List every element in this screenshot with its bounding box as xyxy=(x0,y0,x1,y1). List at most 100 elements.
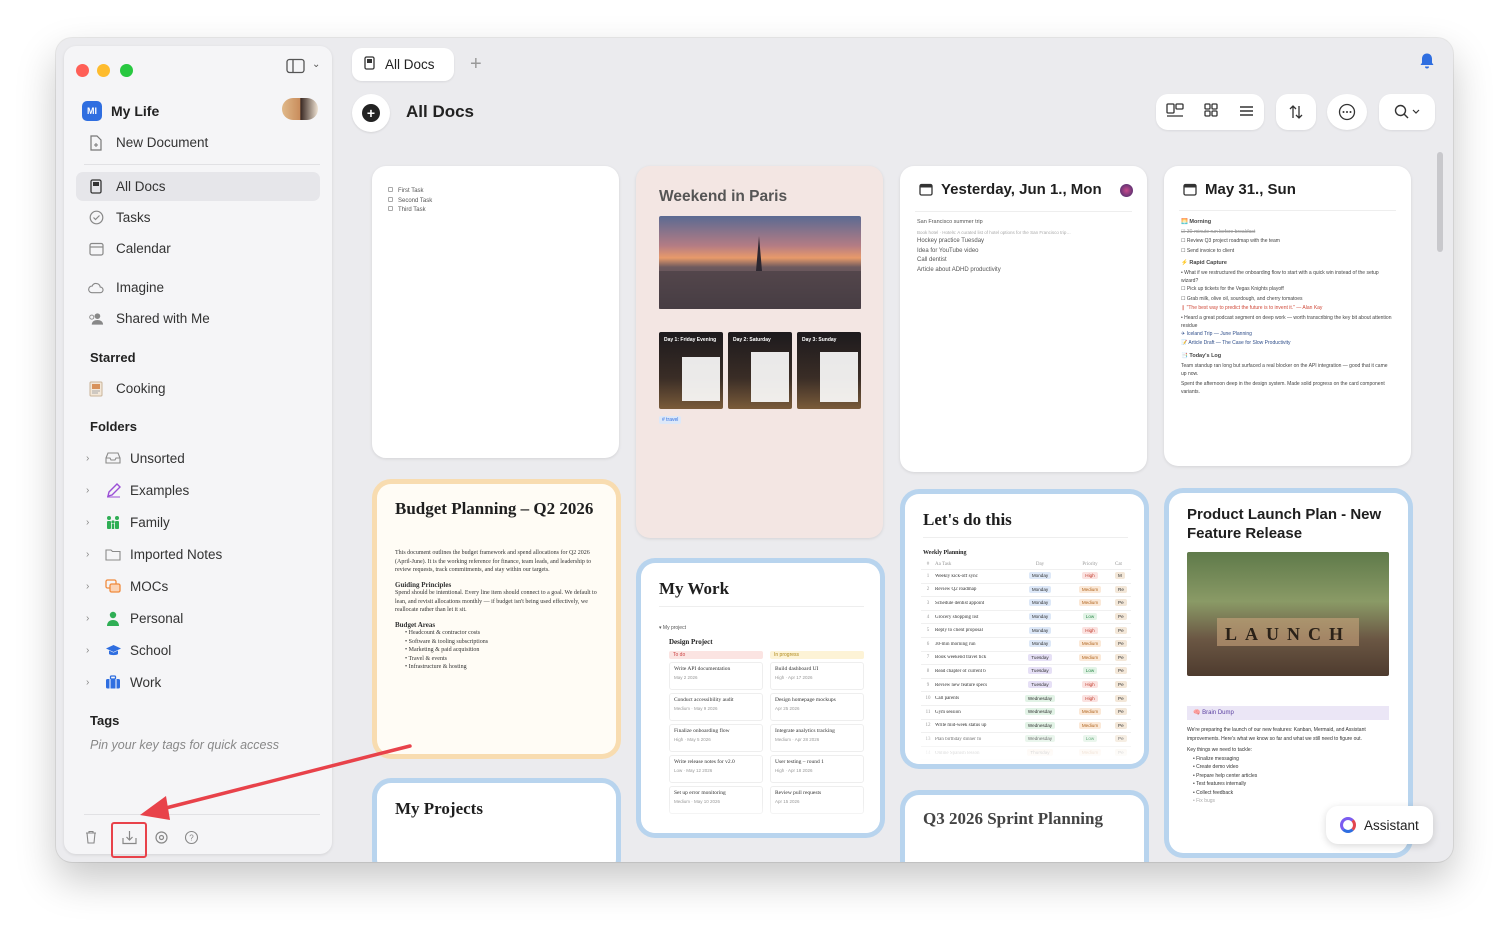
folder-unsorted[interactable]: › Unsorted xyxy=(86,445,320,471)
doc-card-yesterday[interactable]: Yesterday, Jun 1., Mon San Francisco sum… xyxy=(900,166,1147,472)
chevron-right-icon[interactable]: › xyxy=(86,613,98,624)
help-button[interactable]: ? xyxy=(182,828,200,846)
doc-card-weekend-in-paris[interactable]: Weekend in Paris Day 1: Friday Evening D… xyxy=(636,166,883,538)
table-row[interactable]: 11 Gym session Wednesday Medium Pe xyxy=(921,706,1131,720)
doc-card-budget-planning[interactable]: Budget Planning – Q2 2026 This document … xyxy=(377,484,616,754)
table-row[interactable]: 3 Schedule dentist appoint Monday Medium Pe xyxy=(921,597,1131,611)
table-row[interactable]: 5 Reply to client proposal Monday High Pe xyxy=(921,624,1131,638)
chevron-right-icon[interactable]: › xyxy=(86,453,98,464)
tab-all-docs[interactable]: All Docs xyxy=(352,48,454,81)
chevron-right-icon[interactable]: › xyxy=(86,517,98,528)
chevron-right-icon[interactable]: › xyxy=(86,677,98,688)
sidebar-toggle-button[interactable]: ⌄ xyxy=(286,58,330,80)
svg-text:?: ? xyxy=(189,833,194,842)
task-label: Third Task xyxy=(398,207,426,213)
table-row[interactable]: 4 Grocery shopping list Monday Low Pe xyxy=(921,611,1131,625)
sidebar-item-shared-with-me[interactable]: Shared with Me xyxy=(76,304,320,333)
doc-card-tasks[interactable]: First Task Second Task Third Task xyxy=(372,166,619,458)
doc-card-may-31[interactable]: May 31., Sun 🌅 Morning ☑ 30-minute run b… xyxy=(1164,166,1411,466)
stack-icon xyxy=(104,578,122,594)
new-tab-button[interactable]: + xyxy=(470,53,482,76)
kanban-card[interactable]: Design homepage mockups Apr 25 2026 xyxy=(770,693,864,721)
task-item[interactable]: Third Task xyxy=(388,206,432,216)
table-cell: 3 xyxy=(926,600,930,606)
avatar[interactable] xyxy=(282,98,318,120)
kanban-card[interactable]: Integrate analytics tracking Medium · Apr… xyxy=(770,724,864,752)
table-cell: Monday xyxy=(1015,613,1065,621)
note-line: Article about ADHD productivity xyxy=(917,266,1001,273)
sidebar-item-calendar[interactable]: Calendar xyxy=(76,234,320,263)
kanban-card[interactable]: Build dashboard UI High · Apr 17 2026 xyxy=(770,662,864,690)
kanban-card[interactable]: Finalize onboarding flow High · May 5 202… xyxy=(669,724,763,752)
breadcrumb: My project xyxy=(662,625,686,631)
task-item[interactable]: First Task xyxy=(388,187,432,197)
assistant-button[interactable]: Assistant xyxy=(1326,806,1433,844)
chevron-right-icon[interactable]: › xyxy=(86,485,98,496)
card-title: My Projects xyxy=(395,799,483,818)
table-row[interactable]: 12 Write mid-week status up Wednesday Mediu… xyxy=(921,720,1131,734)
list-item: Infrastructure & hosting xyxy=(408,664,467,670)
add-document-button[interactable]: + xyxy=(352,94,390,132)
sidebar-item-all-docs[interactable]: All Docs xyxy=(76,172,320,201)
doc-card-lets-do-this[interactable]: Let's do this Weekly Planning # Aa Task … xyxy=(905,494,1144,764)
table-row[interactable]: 2 Review Q2 roadmap Monday Medium Re xyxy=(921,584,1131,598)
sort-button[interactable] xyxy=(1276,94,1316,130)
folder-imported-notes[interactable]: › Imported Notes xyxy=(86,541,320,567)
table-cell: Grocery shopping list xyxy=(935,614,979,620)
task-item[interactable]: Second Task xyxy=(388,196,432,207)
sidebar-item-imagine[interactable]: Imagine xyxy=(76,273,320,302)
more-options-button[interactable] xyxy=(1327,94,1367,130)
list-item: Marketing & paid acquisition xyxy=(408,647,480,653)
kanban-card[interactable]: Write release notes for v2.0 Low · May 12… xyxy=(669,755,763,783)
kanban-card[interactable]: Conduct accessibility audit Medium · May … xyxy=(669,693,763,721)
settings-button[interactable] xyxy=(152,828,170,846)
view-mode-toggle[interactable] xyxy=(1156,94,1264,130)
doc-card-q3-sprint[interactable]: Q3 2026 Sprint Planning xyxy=(905,795,1144,862)
folder-work[interactable]: › Work xyxy=(86,669,320,695)
doc-card-my-work[interactable]: My Work ▾ My project Design Project To d… xyxy=(641,563,880,833)
table-row[interactable]: 8 Read chapter of current b Tuesday Low Pe xyxy=(921,665,1131,679)
workspace-switcher[interactable]: MI My Life xyxy=(82,98,322,124)
folder-family[interactable]: › Family xyxy=(86,509,320,535)
chevron-right-icon[interactable]: › xyxy=(86,581,98,592)
notifications-button[interactable] xyxy=(1419,52,1435,75)
close-window-button[interactable] xyxy=(76,64,89,77)
kanban-card[interactable]: User testing – round 1 High · Apr 18 2026 xyxy=(770,755,864,783)
journal-item: Pick up tickets for the Vegas Knights pl… xyxy=(1186,285,1284,292)
list-view-icon[interactable] xyxy=(1239,104,1254,121)
card-view-icon[interactable] xyxy=(1166,103,1184,121)
grid-view-icon[interactable] xyxy=(1204,103,1219,121)
new-document-button[interactable]: New Document xyxy=(76,128,320,157)
scrollbar[interactable] xyxy=(1437,152,1443,252)
ellipsis-icon xyxy=(1338,103,1356,121)
card-title: Q3 2026 Sprint Planning xyxy=(923,809,1103,828)
minimize-window-button[interactable] xyxy=(97,64,110,77)
folder-personal[interactable]: › Personal xyxy=(86,605,320,631)
sidebar-item-tasks[interactable]: Tasks xyxy=(76,203,320,232)
trash-button[interactable] xyxy=(82,828,100,846)
doc-card-product-launch[interactable]: Product Launch Plan - New Feature Releas… xyxy=(1169,493,1408,853)
kanban-card[interactable]: Write API documentation May 2 2026 xyxy=(669,662,763,690)
folder-school[interactable]: › School xyxy=(86,637,320,663)
chevron-right-icon[interactable]: › xyxy=(86,549,98,560)
folder-mocs[interactable]: › MOCs xyxy=(86,573,320,599)
journal-item: What if we restructured the onboarding f… xyxy=(1181,269,1379,284)
table-cell: Monday xyxy=(1015,585,1065,593)
sidebar-item-label: Tasks xyxy=(116,210,151,225)
table-row[interactable]: 10 Call parents Wednesday High Pe xyxy=(921,692,1131,706)
tag-badge[interactable]: # travel xyxy=(659,416,682,424)
doc-card-my-projects[interactable]: My Projects xyxy=(377,783,616,862)
table-row[interactable]: 1 Weekly kick-off sync Monday High M xyxy=(921,570,1131,584)
journal-item: 30-minute run before breakfast xyxy=(1186,228,1256,235)
tags-hint: Pin your key tags for quick access xyxy=(90,738,279,752)
folder-examples[interactable]: › Examples xyxy=(86,477,320,503)
sidebar-item-cooking[interactable]: Cooking xyxy=(76,374,320,403)
search-button[interactable] xyxy=(1379,94,1435,130)
table-row[interactable]: 6 30-min morning run Monday Medium Pe xyxy=(921,638,1131,652)
zoom-window-button[interactable] xyxy=(120,64,133,77)
table-cell: Monday xyxy=(1015,640,1065,648)
chevron-right-icon[interactable]: › xyxy=(86,645,98,656)
table-row[interactable]: 7 Book weekend travel tick Tuesday Medium Pe xyxy=(921,652,1131,666)
table-cell: Medium xyxy=(1065,721,1115,729)
table-row[interactable]: 9 Review new feature specs Tuesday High Pe xyxy=(921,679,1131,693)
